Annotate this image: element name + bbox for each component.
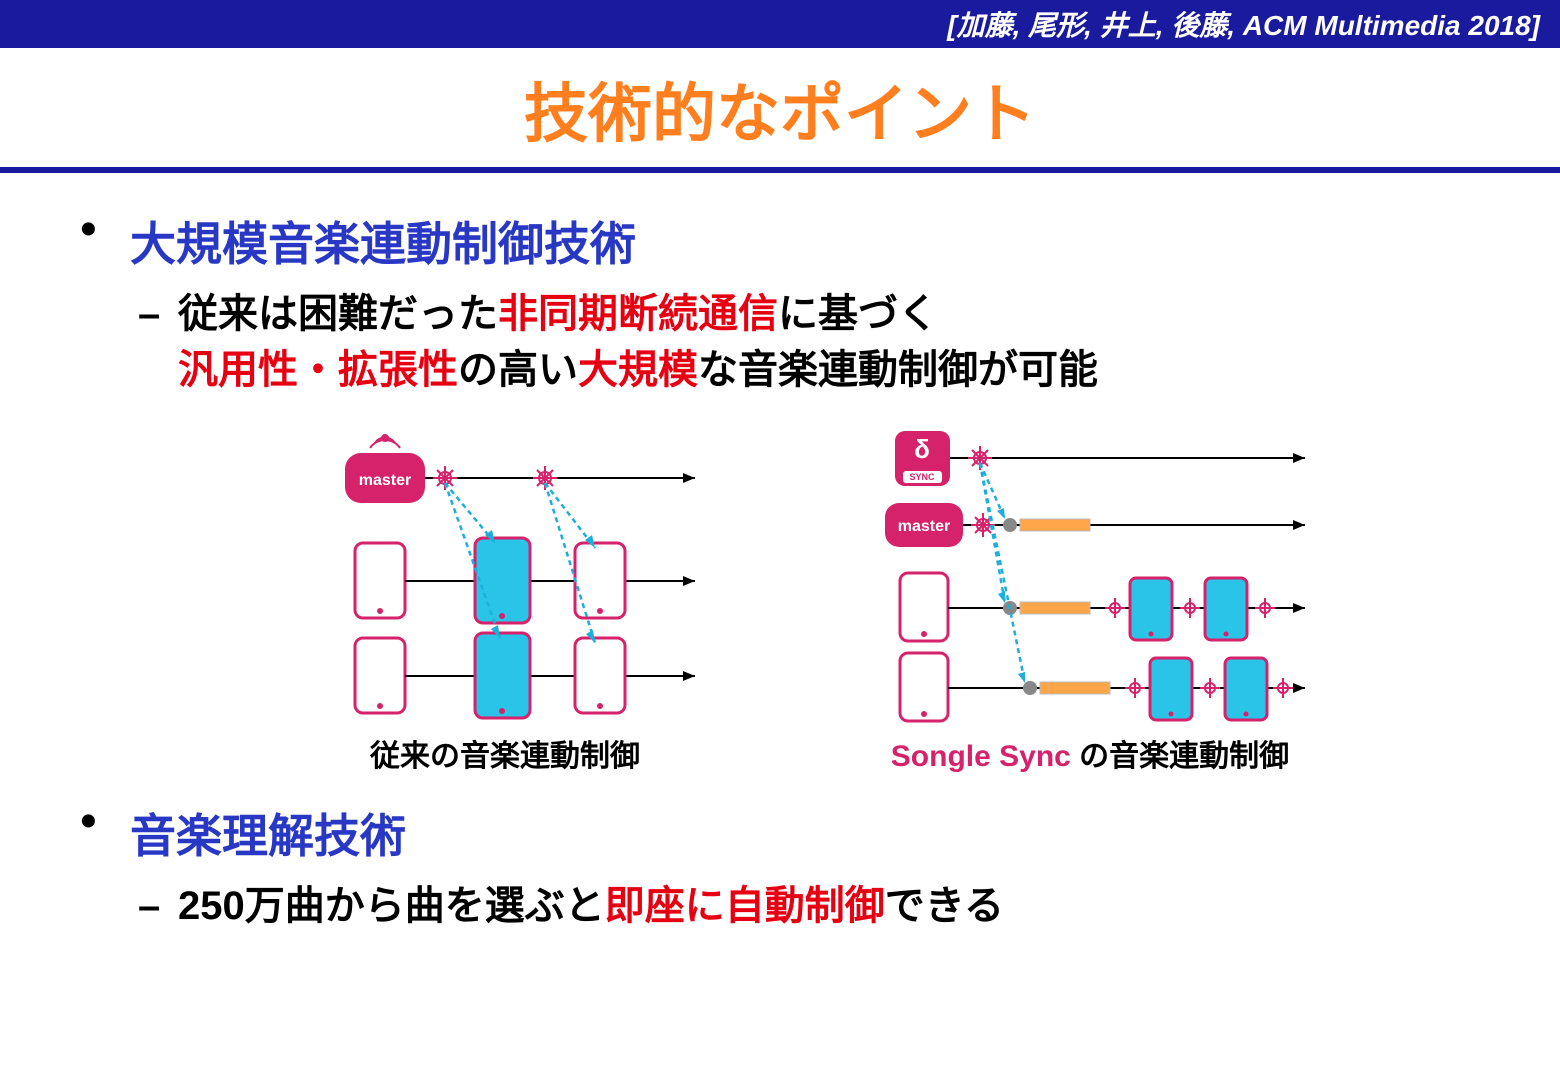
- master-label: master: [359, 472, 411, 489]
- diagram-left: master: [295, 423, 715, 775]
- diagram-right-caption: Songle Sync の音楽連動制御: [891, 731, 1289, 775]
- device-outline: [355, 638, 405, 713]
- device-filled: [1205, 578, 1247, 640]
- spark-icon: [1105, 598, 1125, 618]
- bullet-2-heading: 音楽理解技術: [130, 800, 1490, 866]
- b1-sub-seg4: 汎用性・拡張性: [178, 348, 458, 392]
- caption-prefix: Songle Sync: [891, 740, 1071, 773]
- bullet-1-heading: 大規模音楽連動制御技術: [130, 208, 1490, 274]
- b1-sub-seg3: に基づく: [778, 292, 938, 336]
- device-filled: [1130, 578, 1172, 640]
- content-area: 大規模音楽連動制御技術 従来は困難だった非同期断続通信に基づく 汎用性・拡張性の…: [0, 173, 1560, 934]
- b1-sub-seg5: の高い: [458, 348, 578, 392]
- bullet-1-sub: 従来は困難だった非同期断続通信に基づく 汎用性・拡張性の高い大規模な音楽連動制御…: [130, 286, 1490, 398]
- diagram-left-caption: 従来の音楽連動制御: [370, 731, 640, 775]
- device-outline: [355, 543, 405, 618]
- device-filled: [475, 538, 530, 623]
- device-filled: [1150, 658, 1192, 720]
- device-filled: [475, 633, 530, 718]
- title-area: 技術的なポイント: [0, 48, 1560, 173]
- b1-sub-seg7: な音楽連動制御が可能: [698, 348, 1098, 392]
- antenna-icon: [370, 434, 400, 448]
- b1-sub-seg1: 従来は困難だった: [178, 292, 498, 336]
- device-filled: [1225, 658, 1267, 720]
- b2-sub-seg2: 即座に自動制御: [605, 884, 885, 928]
- diagram-left-svg: master: [295, 423, 715, 723]
- bullet-2-sub: 250万曲から曲を選ぶと即座に自動制御できる: [130, 878, 1490, 934]
- spark-icon: [1125, 678, 1145, 698]
- b1-sub-seg2: 非同期断続通信: [498, 292, 778, 336]
- master-label: master: [898, 518, 950, 535]
- b2-sub-seg1: 250万曲から曲を選ぶと: [178, 884, 605, 928]
- slide-title: 技術的なポイント: [0, 63, 1560, 155]
- header-citation: [加藤, 尾形, 井上, 後藤, ACM Multimedia 2018]: [947, 4, 1540, 44]
- device-outline: [900, 653, 948, 721]
- spark-icon: [1200, 678, 1220, 698]
- sync-glyph: δ: [914, 434, 930, 464]
- spark-icon: [1255, 598, 1275, 618]
- b1-sub-seg6: 大規模: [578, 348, 698, 392]
- device-outline: [900, 573, 948, 641]
- header-bar: [加藤, 尾形, 井上, 後藤, ACM Multimedia 2018]: [0, 0, 1560, 48]
- spark-icon: [1180, 598, 1200, 618]
- bullet-2: 音楽理解技術 250万曲から曲を選ぶと即座に自動制御できる: [70, 800, 1490, 934]
- device-outline: [575, 638, 625, 713]
- spark-icon: [1273, 678, 1293, 698]
- bullet-1: 大規模音楽連動制御技術 従来は困難だった非同期断続通信に基づく 汎用性・拡張性の…: [70, 208, 1490, 775]
- diagram-right-svg: δ SYNC master: [855, 423, 1325, 723]
- sync-label: SYNC: [909, 472, 935, 482]
- diagram-right: δ SYNC master: [855, 423, 1325, 775]
- diagram-row: master: [130, 423, 1490, 775]
- b2-sub-seg3: できる: [885, 884, 1004, 928]
- caption-suffix: の音楽連動制御: [1071, 740, 1289, 773]
